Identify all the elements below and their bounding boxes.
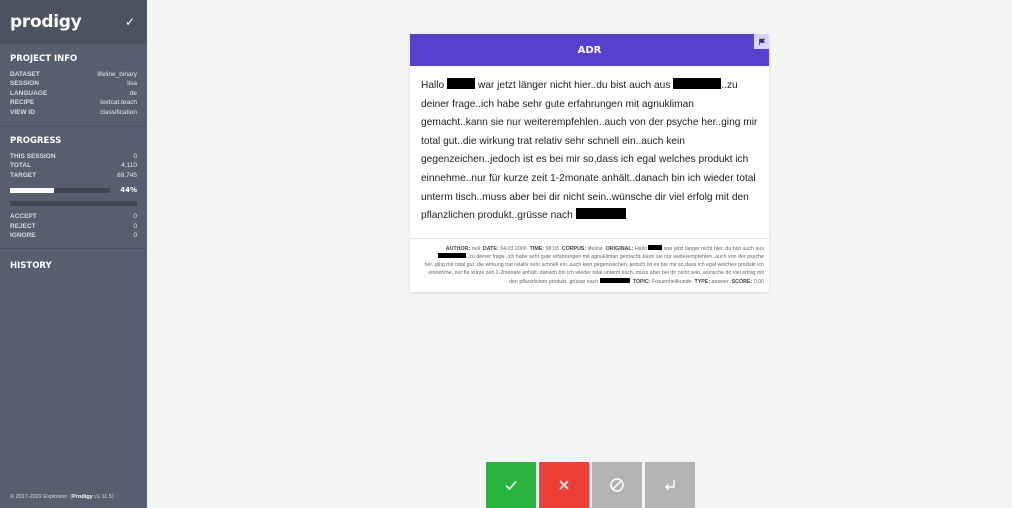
project-info-section: PROJECT INFO DATASET lifeline_binary SESS… bbox=[0, 44, 147, 127]
redacted-block bbox=[447, 78, 476, 89]
info-row-session: SESSION lisa bbox=[10, 80, 137, 88]
x-icon bbox=[559, 480, 569, 490]
redacted-block bbox=[648, 244, 663, 250]
history-title: HISTORY bbox=[10, 261, 52, 272]
footer-product: Prodigy bbox=[72, 494, 93, 500]
redacted-block bbox=[438, 252, 467, 258]
redacted-block bbox=[575, 208, 626, 220]
redacted-block bbox=[673, 78, 722, 89]
progress-title: PROGRESS bbox=[10, 136, 62, 147]
footer-version: v1.11.5 bbox=[94, 494, 112, 500]
answer-row-ignore: IGNORE 0 bbox=[10, 232, 137, 240]
flag-icon[interactable] bbox=[754, 34, 769, 49]
card-label: ADR bbox=[577, 44, 602, 56]
annotation-card: ADR Hallo war jetzt länger nicht hier..d… bbox=[410, 34, 769, 292]
app-logo: prodigy bbox=[10, 12, 82, 32]
history-section: HISTORY bbox=[0, 249, 147, 289]
progress-percent: 44% bbox=[120, 186, 137, 195]
action-buttons bbox=[486, 462, 695, 508]
sidebar: prodigy ✓ PROJECT INFO DATASET lifeline_b… bbox=[0, 0, 147, 508]
project-info-title: PROJECT INFO bbox=[10, 54, 78, 64]
ignore-button[interactable] bbox=[592, 462, 642, 508]
footer: © 2017-2022 Explosion (Prodigy v1.11.5) bbox=[10, 494, 114, 500]
progress-row-total: TOTAL 4,110 bbox=[10, 162, 137, 170]
undo-icon bbox=[664, 480, 675, 491]
undo-button[interactable] bbox=[645, 462, 695, 508]
redacted-block bbox=[599, 277, 630, 283]
card-label-header: ADR bbox=[410, 34, 769, 66]
reject-button[interactable] bbox=[539, 462, 589, 508]
progress-row-target: TARGET 69,745 bbox=[10, 171, 137, 179]
card-text: Hallo war jetzt länger nicht hier..du bi… bbox=[410, 66, 769, 239]
info-row-view-id: VIEW ID classification bbox=[10, 108, 137, 116]
info-row-language: LANGUAGE de bbox=[10, 89, 137, 97]
answer-row-accept: ACCEPT 0 bbox=[10, 213, 137, 221]
answer-row-reject: REJECT 0 bbox=[10, 222, 137, 230]
progress-bar-fill bbox=[10, 187, 54, 193]
footer-copyright[interactable]: © 2017-2022 Explosion bbox=[10, 494, 67, 500]
progress-indicator: 44% bbox=[10, 186, 137, 194]
progress-bar bbox=[10, 187, 110, 193]
checkmark-icon[interactable]: ✓ bbox=[125, 15, 135, 29]
ignore-icon bbox=[610, 478, 624, 492]
accept-button[interactable] bbox=[486, 462, 536, 508]
check-icon bbox=[505, 480, 517, 491]
answer-counts: ACCEPT 0 REJECT 0 IGNORE 0 bbox=[10, 212, 137, 240]
info-row-dataset: DATASET lifeline_binary bbox=[10, 71, 137, 78]
sidebar-header: prodigy ✓ bbox=[0, 0, 147, 44]
progress-row-this-session: THIS SESSION 0 bbox=[10, 153, 137, 161]
answers-bar bbox=[10, 201, 137, 207]
info-row-recipe: RECIPE textcat.teach bbox=[10, 99, 137, 107]
card-meta: AUTHOR: null DATE: 04.03.2006 TIME: 08:0… bbox=[424, 244, 764, 285]
progress-section: PROGRESS THIS SESSION 0 TOTAL 4,110 TARGET… bbox=[0, 126, 147, 250]
